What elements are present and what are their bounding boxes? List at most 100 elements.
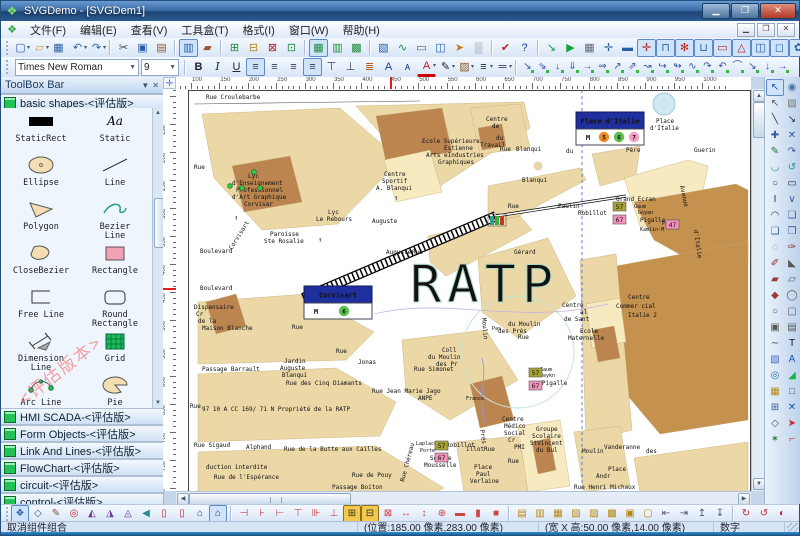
drawing-canvas[interactable]: RATP Rue Croulebarbe Rue Lyc d'Enseignem… (176, 89, 751, 491)
group-header-circuit[interactable]: circuit-<评估版> (1, 476, 163, 493)
arrow-line-tool[interactable]: ↘ (783, 111, 800, 128)
bubble-tool[interactable]: ❑ (766, 223, 784, 240)
fill-red-button[interactable]: ■ (487, 505, 505, 523)
triangle-mode-button[interactable]: △ (732, 38, 751, 57)
snap-object-button[interactable]: ⊓ (656, 38, 675, 57)
align-right-button[interactable]: ⊢ (271, 505, 289, 523)
scale-tool[interactable]: ✕ (783, 127, 800, 144)
run-button[interactable]: ▶ (561, 39, 580, 57)
polygon-tool[interactable]: ◇ (766, 415, 784, 432)
cloud-tool[interactable]: ◌ (766, 239, 784, 256)
break-button[interactable]: ▩ (603, 505, 621, 523)
curve-tool[interactable]: ↷ (783, 143, 800, 160)
delete-tool[interactable]: ✕ (783, 399, 800, 416)
rect-mode-button[interactable]: ▭ (713, 38, 732, 57)
rotate-left-button[interactable]: ◮ (101, 505, 119, 523)
toolbox-item-dimension-line[interactable]: Dimension Line (4, 328, 78, 372)
toolbox-item-grid[interactable]: Grid (78, 328, 152, 372)
ortho-button[interactable]: ⊔ (694, 38, 713, 57)
doc-minimize-button[interactable]: ▁ (737, 22, 755, 37)
ruler-origin-button[interactable]: ✛ (163, 77, 176, 89)
connector-tool-11[interactable]: ↬ (670, 59, 685, 75)
map-canvas[interactable]: RATP Rue CroulebarbeRueLycd'Enseignement… (188, 90, 751, 491)
connector-tool-8[interactable]: ⇗ (625, 59, 640, 75)
close-button[interactable]: ✕ (760, 3, 796, 19)
grid-toggle-button[interactable]: ▦ (580, 39, 599, 57)
frame-front-button[interactable]: ▯ (155, 505, 173, 523)
node-select-tool[interactable]: ↖ (766, 95, 784, 112)
scroll-up-icon[interactable]: ▲ (153, 108, 163, 118)
skew-button[interactable]: ◑ (791, 505, 800, 523)
validate-button[interactable]: ✔ (496, 39, 515, 57)
fill-color-button[interactable]: ▨ (455, 58, 474, 76)
line-style-button[interactable]: ═ (493, 58, 512, 76)
same-height-button[interactable]: ⊟ (361, 504, 379, 523)
same-width-button[interactable]: ⊞ (343, 504, 361, 523)
tag-button[interactable]: ➤ (450, 39, 469, 57)
nudge-down-button[interactable]: ↧ (711, 505, 729, 523)
toolbox-item-arc-line[interactable]: Arc Line (4, 372, 78, 408)
view-code-button[interactable]: ▩ (347, 39, 366, 57)
menu-item-查看[interactable]: 查看(V) (124, 24, 175, 38)
connector-tool-2[interactable]: ⇘ (535, 59, 550, 75)
nudge-left-button[interactable]: ⇤ (657, 505, 675, 523)
globe-tool[interactable]: ◎ (766, 367, 784, 384)
brush-tool[interactable]: ✐ (766, 255, 784, 272)
weld-button[interactable]: ▣ (621, 505, 639, 523)
roundrect-tool[interactable]: ▢ (783, 303, 800, 320)
align-bottom-button[interactable]: ⊥ (325, 505, 343, 523)
font-family-select[interactable]: Times New Roman ▼ (15, 58, 139, 76)
toolbox-dropdown-icon[interactable]: ▼ (141, 81, 149, 90)
insert-table-button[interactable]: ⊞ (225, 39, 244, 57)
callout-tool[interactable]: ❒ (783, 223, 800, 240)
freeline-tool[interactable]: ∼ (766, 335, 784, 352)
rotate-cw-button[interactable]: ↻ (737, 505, 755, 523)
curve-button[interactable]: ∿ (393, 39, 412, 57)
select-tool[interactable]: ↖ (766, 79, 784, 96)
rotate-ccw-button[interactable]: ↺ (755, 505, 773, 523)
pattern-button[interactable]: ▒ (469, 39, 488, 57)
stamp-tool[interactable]: ◆ (766, 287, 784, 304)
line-width-button[interactable]: ≡ (474, 58, 493, 76)
scroll-thumb[interactable] (154, 198, 163, 248)
ibeam-tool[interactable]: I (766, 191, 784, 208)
doc-restore-button[interactable]: ❐ (757, 22, 775, 37)
connector-tool-13[interactable]: ↷ (700, 59, 715, 75)
align-top-button[interactable]: ⊤ (289, 505, 307, 523)
toolbox-item-free-line[interactable]: Free Line (4, 284, 78, 328)
open-table-button[interactable]: ⊟ (244, 39, 263, 57)
bring-front-button[interactable]: ▤ (513, 505, 531, 523)
underline-button[interactable]: U (227, 58, 246, 76)
lock-button[interactable]: ⌂ (191, 505, 209, 523)
menu-item-窗口[interactable]: 窗口(W) (282, 24, 336, 38)
vertical-scrollbar[interactable]: ▲ ▼ (751, 89, 765, 491)
connector-tool-3[interactable]: ↓ (550, 59, 565, 75)
color-ring-button[interactable]: ◎ (65, 505, 83, 523)
minimize-button[interactable]: ▁ (702, 3, 730, 19)
handle-tool[interactable]: ▭ (783, 175, 800, 192)
ungroup-button[interactable]: ◇ (29, 505, 47, 523)
toolbox-item-pie[interactable]: Pie (78, 372, 152, 408)
open-button[interactable]: ▱ (30, 39, 49, 57)
toolbar-grip3[interactable] (6, 506, 8, 521)
save-button[interactable]: ▦ (49, 39, 68, 57)
arrow-red-tool[interactable]: ➤ (783, 415, 800, 432)
font-color-button[interactable]: A (417, 57, 436, 77)
toolbox-close-icon[interactable]: ✕ (152, 81, 159, 90)
connector-tool-6[interactable]: ⇒ (595, 59, 610, 75)
image-button[interactable]: ▧ (374, 39, 393, 57)
spiral-tool[interactable]: ↺ (783, 159, 800, 176)
width-button[interactable]: ▬ (451, 505, 469, 523)
blob-tool[interactable]: ▤ (783, 319, 800, 336)
align-center-h-button[interactable]: ⊦ (253, 505, 271, 523)
toolbox-item-line[interactable]: Line (78, 152, 152, 196)
text-tool[interactable]: T (783, 335, 800, 352)
combine-button[interactable]: ▨ (585, 505, 603, 523)
layout-button[interactable]: ▬ (618, 39, 637, 57)
toolbox-item-static[interactable]: Aa Static (78, 108, 152, 152)
align-middle-button[interactable]: ⊪ (307, 505, 325, 523)
pointer-mode-button[interactable]: ↘ (542, 39, 561, 57)
clipboard-view-button[interactable]: ▥ (179, 38, 198, 57)
new-button[interactable]: ▢ (11, 39, 30, 57)
scroll-down-icon[interactable]: ▼ (153, 398, 163, 408)
